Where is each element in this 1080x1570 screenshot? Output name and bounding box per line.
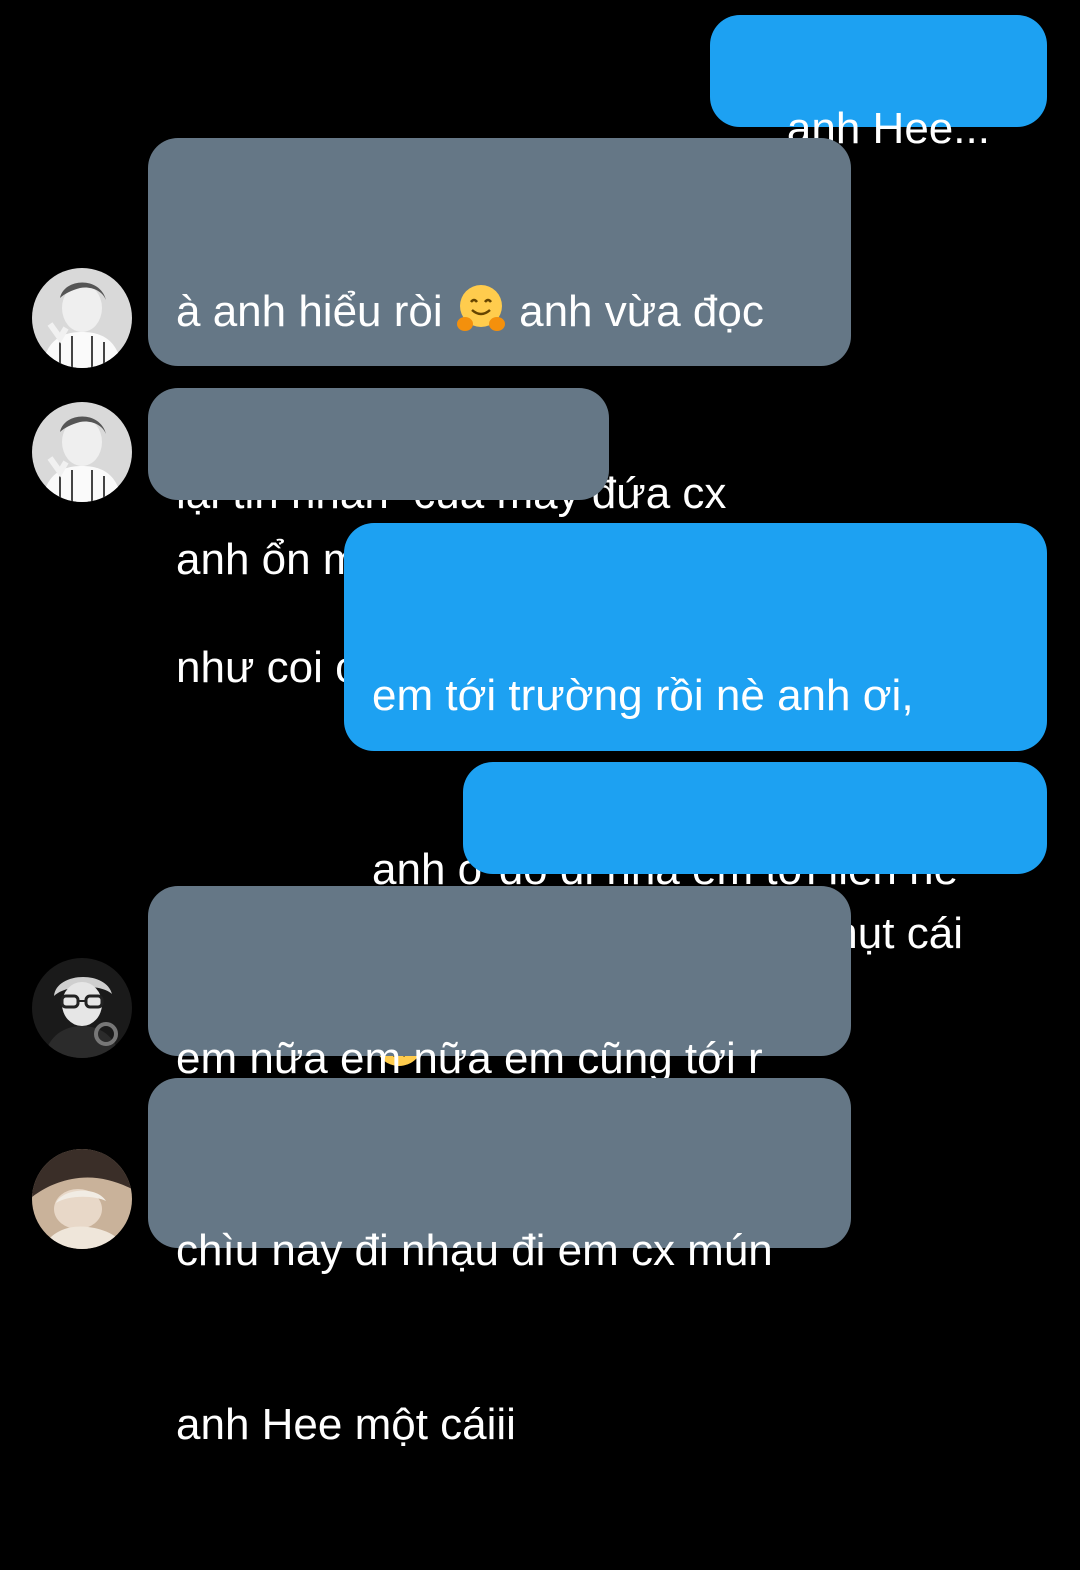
avatar[interactable] [32,268,132,368]
message-line: chìu nay đi nhạu đi em cx mún [176,1226,773,1275]
incoming-message[interactable]: à anh hiểu ròi anh vừa đọc lại tin nhắn … [148,138,851,692]
message-line: à anh hiểu ròi anh vừa đọc [176,282,823,349]
chat-thread: anh Hee... à anh hiểu ròi anh vừa đọc lạ… [0,0,1080,1449]
message-line: em tới trường rồi nè anh ơi, [372,671,914,720]
hugging-face-icon [455,282,507,349]
outgoing-message[interactable]: anh Hee... [710,15,1047,207]
incoming-message[interactable]: anh ổn mà hog sao [148,388,609,584]
avatar[interactable] [32,958,132,1058]
outgoing-message[interactable]: em mún ôm anh mụt cái [463,762,1047,958]
avatar[interactable] [32,402,132,502]
message-line: anh Hee một cáiii [176,1400,516,1449]
avatar[interactable] [32,1149,132,1249]
incoming-message[interactable]: em nữa em nữa em cũng tới r nè [148,886,851,1257]
outgoing-message[interactable]: em tới trường rồi nè anh ơi, anh ở đó đi… [344,523,1047,1066]
incoming-message[interactable]: chìu nay đi nhạu đi em cx mún anh Hee mộ… [148,1078,851,1449]
